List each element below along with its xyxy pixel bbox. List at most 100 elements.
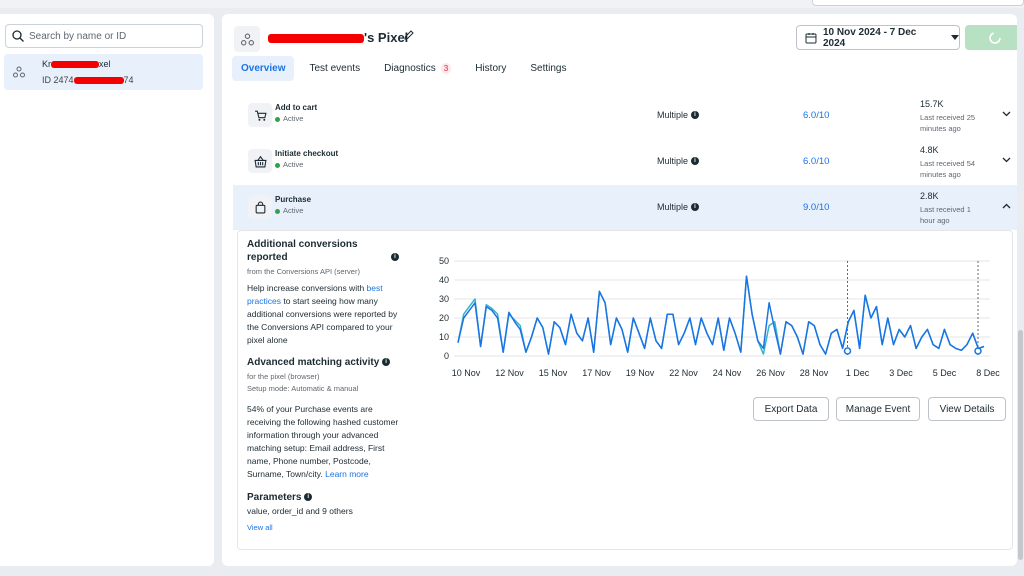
event-status: Active [275, 160, 303, 169]
chevron-down-icon[interactable] [1002, 157, 1011, 163]
search-placeholder: Search by name or ID [29, 30, 127, 42]
x-tick-label: 3 Dec [889, 368, 913, 378]
pixel-detail-panel: 's Pixel 10 Nov 2024 - 7 Dec 2024 Overvi… [222, 14, 1017, 566]
spinner-icon [989, 31, 1001, 44]
event-row-add-to-cart[interactable]: Add to cart Active Multiple i 6.0/10 15.7… [233, 93, 1017, 139]
y-tick-label: 10 [439, 332, 449, 342]
tab-bar: Overview Test events Diagnostics 3 Histor… [232, 56, 582, 81]
y-tick-label: 40 [439, 275, 449, 285]
shopping-bag-icon [248, 195, 272, 219]
event-count: 4.8K [920, 145, 939, 155]
event-name: Add to cart [275, 103, 318, 112]
pixel-id-prefix: ID 2474 [42, 75, 74, 85]
tab-diagnostics[interactable]: Diagnostics 3 [375, 58, 460, 79]
tab-label: History [475, 63, 507, 74]
event-match-quality[interactable]: 6.0/10 [803, 110, 829, 121]
pixel-id: ID 2474 74 [42, 75, 134, 85]
x-tick-label: 28 Nov [800, 368, 829, 378]
additional-conversions-title-text: Additional conversions reported [247, 239, 358, 263]
caret-down-icon [951, 34, 959, 40]
pixel-list-item[interactable]: Kr xel ID 2474 74 [4, 54, 203, 90]
x-tick-label: 12 Nov [495, 368, 524, 378]
info-icon[interactable]: i [382, 358, 391, 367]
search-input[interactable]: Search by name or ID [5, 24, 203, 48]
search-icon [12, 30, 24, 42]
date-range-picker[interactable]: 10 Nov 2024 - 7 Dec 2024 [796, 25, 960, 50]
manage-event-button[interactable]: Manage Event [836, 397, 920, 421]
pixel-name-prefix: Kr [42, 59, 51, 69]
calendar-icon [805, 32, 817, 43]
learn-more-link[interactable]: Learn more [325, 469, 368, 479]
x-tick-label: 19 Nov [626, 368, 655, 378]
export-data-button[interactable]: Export Data [753, 397, 829, 421]
event-match-quality[interactable]: 9.0/10 [803, 202, 829, 213]
advanced-matching-title: Advanced matching activity i [247, 356, 399, 369]
pixel-icon [234, 26, 260, 52]
event-status-text: Active [283, 160, 304, 169]
advanced-matching-source: for the pixel (browser) [247, 372, 320, 381]
pixel-icon [13, 66, 25, 78]
integration-method: Multiple i [657, 202, 700, 212]
body-text: 54% of your Purchase events are receivin… [247, 404, 399, 479]
purchase-detail-panel: Additional conversions reported i from t… [237, 230, 1013, 550]
tab-label: Test events [309, 63, 361, 74]
tab-label: Overview [241, 63, 286, 74]
diagnostics-count-badge: 3 [440, 63, 452, 74]
purchase-events-line-chart: 0 10 20 30 40 50 10 Nov 12 Nov 15 Nov 17 Nov 19 No… [439, 256, 1000, 378]
edit-pencil-icon[interactable] [403, 29, 415, 41]
info-icon[interactable]: i [691, 203, 700, 211]
loading-button[interactable] [965, 25, 1017, 50]
last-received: Last received 25 minutes ago [920, 113, 976, 133]
y-tick-label: 0 [444, 351, 449, 361]
chevron-down-icon[interactable] [1002, 111, 1011, 117]
series-line [457, 275, 985, 355]
pixel-name-suffix: xel [99, 59, 111, 69]
info-icon[interactable]: i [691, 157, 700, 165]
integration-label: Multiple [657, 110, 689, 120]
detail-info-column: Additional conversions reported i from t… [247, 238, 399, 533]
event-row-purchase[interactable]: Purchase Active Multiple i 9.0/10 2.8K La… [233, 185, 1017, 230]
event-status: Active [275, 114, 303, 123]
x-tick-label: 26 Nov [756, 368, 785, 378]
view-all-link[interactable]: View all [247, 523, 399, 533]
top-bar-button[interactable] [812, 0, 1024, 6]
event-row-initiate-checkout[interactable]: Initiate checkout Active Multiple i 6.0/1… [233, 139, 1017, 185]
integration-method: Multiple i [657, 110, 700, 120]
tab-overview[interactable]: Overview [232, 56, 295, 81]
event-match-quality[interactable]: 6.0/10 [803, 156, 829, 167]
parameters-text: value, order_id and 9 others [247, 506, 353, 516]
integration-label: Multiple [657, 202, 689, 212]
view-details-button[interactable]: View Details [928, 397, 1006, 421]
parameters-title: Parameters i [247, 491, 399, 504]
x-tick-label: 22 Nov [669, 368, 698, 378]
x-tick-label: 15 Nov [539, 368, 568, 378]
event-name: Initiate checkout [275, 149, 339, 158]
event-status: Active [275, 206, 303, 215]
info-icon[interactable]: i [691, 111, 700, 119]
event-count: 2.8K [920, 191, 939, 201]
tab-test-events[interactable]: Test events [300, 58, 369, 79]
series-line [457, 275, 985, 355]
redaction-mark [51, 61, 99, 69]
bottom-bar [0, 566, 1024, 576]
parameters-title-text: Parameters [247, 492, 302, 503]
tab-history[interactable]: History [466, 58, 515, 79]
active-dot [275, 116, 280, 122]
cart-icon [248, 103, 272, 127]
info-icon[interactable]: i [304, 493, 313, 502]
tab-settings[interactable]: Settings [521, 58, 575, 79]
redaction-mark [268, 34, 364, 44]
additional-conversions-text: Help increase conversions with best prac… [247, 282, 399, 347]
scrollbar-thumb[interactable] [1018, 330, 1023, 560]
pixel-id-suffix: 74 [123, 75, 134, 85]
event-count: 15.7K [920, 99, 944, 109]
active-dot [275, 208, 280, 214]
event-name: Purchase [275, 195, 312, 204]
date-marker-point [843, 347, 852, 355]
info-icon[interactable]: i [391, 253, 399, 261]
additional-conversions-title: Additional conversions reported i [247, 238, 399, 264]
x-tick-label: 8 Dec [976, 368, 1000, 378]
event-status-text: Active [283, 206, 304, 215]
chevron-up-icon[interactable] [1002, 203, 1011, 209]
x-tick-label: 10 Nov [452, 368, 481, 378]
